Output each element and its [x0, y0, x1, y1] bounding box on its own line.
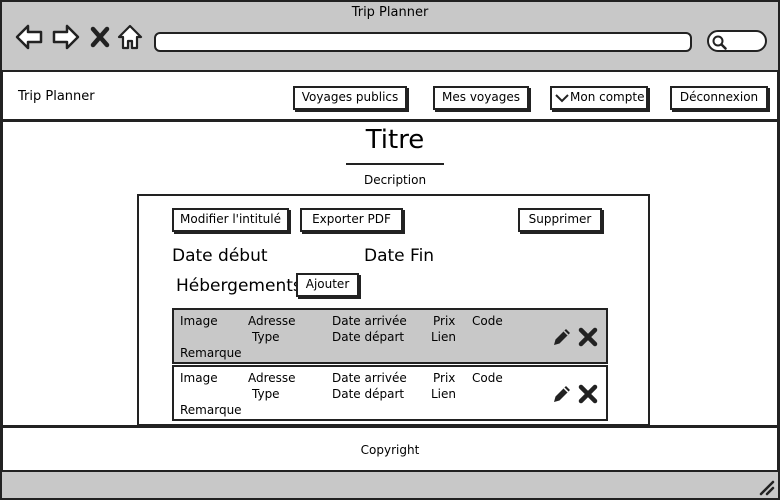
search-icon [712, 35, 727, 50]
row-remark: Remarque [180, 346, 242, 360]
copyright-text: Copyright [360, 443, 420, 457]
account-menu-label: Mon compte [570, 90, 645, 104]
forward-icon[interactable] [52, 24, 80, 50]
title-underline [346, 163, 444, 165]
rename-button[interactable]: Modifier l'intitulé [172, 208, 289, 232]
lodging-row[interactable]: Image Adresse Type Date arrivée Date dép… [172, 365, 608, 421]
row-type: Type [252, 330, 280, 344]
stop-icon[interactable] [89, 24, 111, 50]
row-type: Type [252, 387, 280, 401]
date-end-label: Date Fin [364, 246, 435, 266]
row-address: Adresse [248, 371, 296, 385]
export-pdf-button[interactable]: Exporter PDF [300, 208, 403, 232]
brand-label: Trip Planner [18, 89, 95, 104]
my-trips-button[interactable]: Mes voyages [433, 86, 529, 110]
public-trips-button[interactable]: Voyages publics [293, 86, 407, 110]
row-link: Lien [431, 387, 457, 401]
delete-icon[interactable] [577, 383, 599, 405]
row-code: Code [472, 314, 503, 328]
date-start-label: Date début [172, 246, 268, 266]
account-menu-button[interactable]: Mon compte [550, 86, 648, 110]
lodging-row[interactable]: Image Adresse Type Date arrivée Date dép… [172, 308, 608, 364]
address-bar[interactable] [154, 32, 692, 52]
row-link: Lien [431, 330, 457, 344]
footer-divider [0, 425, 780, 428]
row-price: Prix [433, 314, 456, 328]
row-price: Prix [433, 371, 456, 385]
row-address: Adresse [248, 314, 296, 328]
back-icon[interactable] [15, 24, 43, 50]
window-title: Trip Planner [351, 5, 429, 20]
trip-description: Decription [363, 173, 427, 187]
add-lodging-button[interactable]: Ajouter [296, 273, 359, 297]
row-arrival: Date arrivée [332, 371, 407, 385]
row-arrival: Date arrivée [332, 314, 407, 328]
row-image: Image [180, 371, 218, 385]
delete-button[interactable]: Supprimer [518, 208, 602, 232]
row-remark: Remarque [180, 403, 242, 417]
status-bar [0, 470, 780, 500]
row-departure: Date départ [332, 387, 405, 401]
row-departure: Date départ [332, 330, 405, 344]
chevron-down-icon [555, 94, 569, 103]
home-icon[interactable] [117, 24, 143, 50]
edit-icon[interactable] [551, 326, 573, 348]
logout-button[interactable]: Déconnexion [670, 86, 768, 110]
trip-title: Titre [365, 125, 425, 155]
delete-icon[interactable] [577, 326, 599, 348]
browser-search-field[interactable] [707, 30, 767, 52]
resize-grip-icon[interactable] [755, 476, 775, 496]
header-divider [0, 119, 780, 122]
row-image: Image [180, 314, 218, 328]
row-code: Code [472, 371, 503, 385]
lodging-heading: Hébergements [176, 276, 302, 296]
edit-icon[interactable] [551, 383, 573, 405]
